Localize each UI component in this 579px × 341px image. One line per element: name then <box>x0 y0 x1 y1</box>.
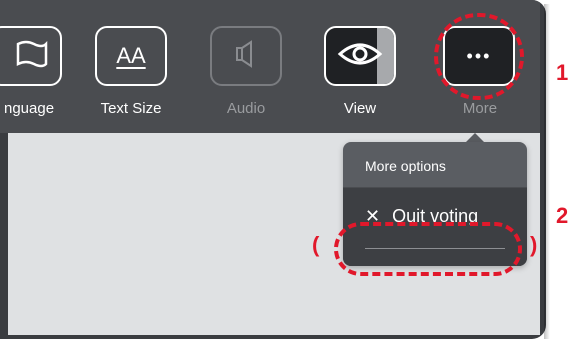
language-button[interactable] <box>0 26 62 86</box>
view-button[interactable] <box>324 26 396 86</box>
text-size-button[interactable]: AA <box>95 26 167 86</box>
frame-shadow <box>544 4 550 339</box>
popup-title: More options <box>365 158 446 174</box>
callout-number-2: 2 <box>556 203 569 228</box>
bracket-left: ( <box>312 232 320 257</box>
highlight-ring-more <box>434 13 524 100</box>
text-size-icon: AA <box>116 43 146 68</box>
speaker-icon <box>231 39 261 74</box>
text-size-label: Text Size <box>100 100 162 117</box>
callout-number-1: 1 <box>556 60 569 85</box>
popup-header: More options <box>343 142 527 188</box>
bracket-right: ) <box>530 232 538 257</box>
eye-icon <box>337 39 383 74</box>
view-label: View <box>343 100 377 117</box>
highlight-ring-quit <box>334 222 522 276</box>
audio-label: Audio <box>226 100 266 117</box>
more-label: More <box>462 100 498 117</box>
audio-button[interactable] <box>210 26 282 86</box>
flag-icon <box>4 37 48 76</box>
